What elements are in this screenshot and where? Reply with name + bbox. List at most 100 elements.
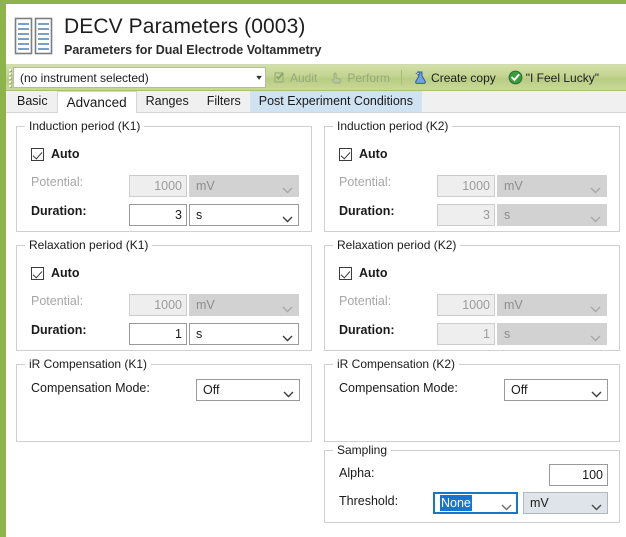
tab-post-experiment-conditions[interactable]: Post Experiment Conditions <box>249 91 422 112</box>
relaxation-k1-auto-row[interactable]: Auto <box>31 266 79 280</box>
induction-k2-duration-row: Duration: <box>339 204 439 218</box>
induction-k2-potential-input[interactable]: 1000 <box>437 175 495 197</box>
group-induction-period-k1: Induction period (K1) Auto Potential: 10… <box>16 119 312 232</box>
ir-k1-mode-select[interactable]: Off <box>196 379 300 401</box>
relaxation-k2-duration-row: Duration: <box>339 323 439 337</box>
ir-k1-mode-value: Off <box>203 383 220 397</box>
induction-k2-auto-row[interactable]: Auto <box>339 147 387 161</box>
document-pair-icon <box>14 16 54 62</box>
potential-label: Potential: <box>31 175 84 189</box>
compensation-mode-label: Compensation Mode: <box>31 381 150 395</box>
induction-k2-duration-input[interactable]: 3 <box>437 204 495 226</box>
threshold-label: Threshold: <box>339 494 399 508</box>
tab-filters[interactable]: Filters <box>198 91 250 112</box>
relaxation-k2-potential-unit-select[interactable]: mV <box>497 294 607 316</box>
relaxation-k2-potential-row: Potential: <box>339 294 439 308</box>
induction-k1-potential-row: Potential: <box>31 175 131 189</box>
tab-advanced[interactable]: Advanced <box>56 91 137 113</box>
chevron-down-icon <box>283 387 294 397</box>
tab-basic[interactable]: Basic <box>8 91 57 112</box>
relaxation-k1-potential-input[interactable]: 1000 <box>129 294 187 316</box>
checkbox-checked-icon[interactable] <box>339 266 352 280</box>
instrument-select[interactable]: (no instrument selected) ▾ <box>13 67 266 88</box>
sampling-alpha-input[interactable]: 100 <box>549 464 608 486</box>
create-copy-label: Create copy <box>431 70 496 85</box>
toolbar: (no instrument selected) ▾ Audit Perform <box>6 64 626 91</box>
flask-icon <box>413 70 428 85</box>
induction-k2-potential-row: Potential: <box>339 175 439 189</box>
relaxation-k1-duration-input[interactable]: 1 <box>129 323 187 345</box>
sampling-threshold-unit-select[interactable]: mV <box>523 492 608 514</box>
auto-label: Auto <box>51 266 80 280</box>
checkbox-checked-icon[interactable] <box>31 266 44 280</box>
group-relaxation-period-k1: Relaxation period (K1) Auto Potential: 1… <box>16 238 312 351</box>
hand-pointer-icon <box>329 70 344 85</box>
ir-k2-mode-select[interactable]: Off <box>504 379 608 401</box>
relaxation-k2-duration-unit-select[interactable]: s <box>497 323 607 345</box>
chevron-down-icon <box>282 331 293 341</box>
chevron-down-icon <box>591 387 602 397</box>
relaxation-k1-duration-unit-select[interactable]: s <box>189 323 299 345</box>
relaxation-k2-potential-input[interactable]: 1000 <box>437 294 495 316</box>
compensation-mode-label: Compensation Mode: <box>339 381 458 395</box>
unit-value: mV <box>196 298 215 312</box>
chevron-down-icon <box>282 302 293 312</box>
unit-value: s <box>196 327 203 341</box>
alpha-label: Alpha: <box>339 466 375 480</box>
create-copy-button[interactable]: Create copy <box>407 66 502 89</box>
unit-value: mV <box>530 496 549 510</box>
advanced-panel: Induction period (K1) Auto Potential: 10… <box>6 113 626 528</box>
perform-label: Perform <box>347 70 391 85</box>
relaxation-k2-duration-input[interactable]: 1 <box>437 323 495 345</box>
group-ir-compensation-k2: iR Compensation (K2) Compensation Mode: … <box>324 357 620 442</box>
toolbar-separator <box>401 70 403 85</box>
chevron-down-icon <box>282 183 293 193</box>
checkbox-checked-icon[interactable] <box>339 147 352 161</box>
i-feel-lucky-button[interactable]: "I Feel Lucky" <box>502 66 605 89</box>
chevron-down-icon <box>590 183 601 193</box>
induction-k1-potential-input[interactable]: 1000 <box>129 175 187 197</box>
induction-k1-duration-row: Duration: <box>31 204 131 218</box>
tab-bar: Basic Advanced Ranges Filters Post Exper… <box>6 91 626 113</box>
audit-button[interactable]: Audit <box>266 66 323 89</box>
induction-k1-potential-unit-select[interactable]: mV <box>189 175 299 197</box>
chevron-down-icon <box>282 212 293 222</box>
auto-label: Auto <box>359 147 388 161</box>
unit-value: mV <box>504 298 523 312</box>
checkbox-checked-icon[interactable] <box>31 147 44 161</box>
instrument-select-value: (no instrument selected) <box>20 70 149 85</box>
relaxation-k1-potential-unit-select[interactable]: mV <box>189 294 299 316</box>
toolbar-grip[interactable] <box>6 65 13 90</box>
induction-k1-duration-unit-select[interactable]: s <box>189 204 299 226</box>
group-relaxation-period-k2: Relaxation period (K2) Auto Potential: 1… <box>324 238 620 351</box>
duration-label: Duration: <box>339 323 395 337</box>
chevron-down-icon <box>590 212 601 222</box>
induction-k1-duration-input[interactable]: 3 <box>129 204 187 226</box>
unit-value: s <box>504 327 511 341</box>
induction-k1-auto-row[interactable]: Auto <box>31 147 79 161</box>
chevron-down-icon <box>591 500 602 510</box>
sampling-threshold-row: Threshold: <box>339 494 398 508</box>
title-block: DECV Parameters (0003) Parameters for Du… <box>64 14 322 59</box>
duration-label: Duration: <box>31 204 87 218</box>
auto-label: Auto <box>359 266 388 280</box>
checklist-icon <box>272 70 287 85</box>
duration-label: Duration: <box>31 323 87 337</box>
relaxation-k2-auto-row[interactable]: Auto <box>339 266 387 280</box>
ir-k2-mode-value: Off <box>511 383 528 397</box>
unit-value: mV <box>196 179 215 193</box>
chevron-down-icon: ▾ <box>256 72 262 82</box>
perform-button[interactable]: Perform <box>323 66 396 89</box>
sampling-threshold-select[interactable]: None <box>433 492 518 514</box>
parameters-window: DECV Parameters (0003) Parameters for Du… <box>0 0 626 537</box>
audit-label: Audit <box>290 70 318 85</box>
potential-label: Potential: <box>31 294 84 308</box>
tab-ranges[interactable]: Ranges <box>137 91 198 112</box>
window-header: DECV Parameters (0003) Parameters for Du… <box>6 4 626 64</box>
induction-k2-duration-unit-select[interactable]: s <box>497 204 607 226</box>
green-check-circle-icon <box>508 70 523 85</box>
i-feel-lucky-label: "I Feel Lucky" <box>525 70 599 85</box>
group-ir-compensation-k1: iR Compensation (K1) Compensation Mode: … <box>16 357 312 442</box>
relaxation-k1-potential-row: Potential: <box>31 294 131 308</box>
induction-k2-potential-unit-select[interactable]: mV <box>497 175 607 197</box>
